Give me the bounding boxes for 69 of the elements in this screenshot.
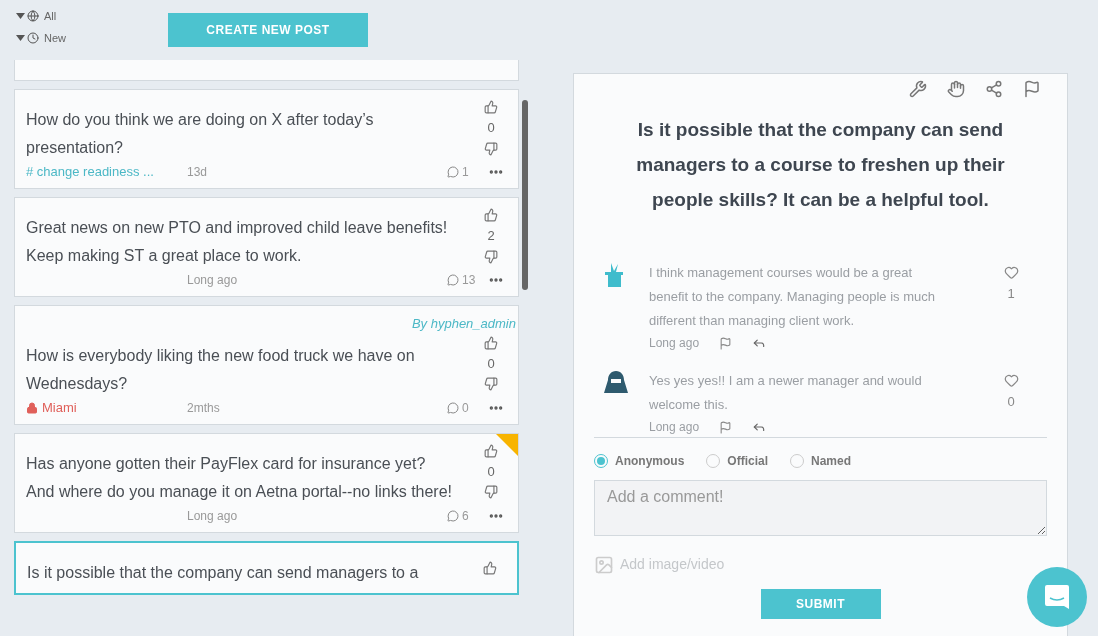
thumbs-up-icon[interactable] — [483, 560, 497, 575]
scrollbar[interactable] — [522, 100, 528, 290]
filter-dropdown[interactable]: All — [16, 8, 168, 25]
post-title: Is it possible that the company can send managers to a course to freshen up their people skills? It can be a helpful tool. — [635, 118, 1006, 212]
thumbs-down-icon[interactable] — [484, 377, 498, 391]
thumbs-down-icon[interactable] — [484, 249, 498, 264]
clock-icon — [27, 31, 39, 44]
comment-icon — [447, 401, 459, 414]
flag-icon[interactable] — [719, 420, 733, 434]
like-count: 1 — [1007, 285, 1015, 303]
flag-icon[interactable] — [1023, 80, 1041, 98]
hand-icon[interactable] — [947, 80, 965, 98]
comment-text: Yes yes yes!! I am a newer manager and would welcome this. — [649, 372, 923, 414]
comment-count: 13 — [462, 272, 477, 289]
location-tag: Miami — [42, 397, 77, 418]
caret-icon — [16, 13, 25, 20]
identity-radio[interactable]: Anonymous — [594, 452, 685, 470]
identity-radio[interactable]: Official — [706, 452, 769, 470]
vote-count: 2 — [487, 227, 495, 245]
post-text[interactable]: Has anyone gotten their PayFlex card for insurance yet? And where do you manage it on Aetna portal--no links there! — [26, 441, 484, 506]
post-time: 2mths — [187, 399, 221, 417]
heart-icon[interactable] — [1003, 265, 1019, 280]
vote-count: 0 — [487, 462, 495, 481]
comment-text: I think management courses would be a great benefit to the company. Managing people is much different than managing client work. — [649, 264, 936, 330]
heart-icon[interactable] — [1003, 373, 1019, 388]
comment-count: 1 — [462, 164, 470, 181]
comment-input-field[interactable]: Add a comment! — [594, 480, 1047, 536]
post-author: By hyphen_admin — [411, 315, 516, 333]
post-text[interactable]: Great news on new PTO and improved child leave benefits! Keep making ST a great place to work. — [26, 206, 484, 270]
post-text[interactable]: Is it possible that the company can send managers to a — [27, 550, 483, 587]
reply-icon[interactable] — [752, 420, 767, 434]
comment-icon — [447, 166, 459, 178]
vote-count: 0 — [487, 354, 495, 373]
post-card[interactable]: By hyphen_admin How is everybody liking the new food truck we have on Wednesdays? 0 Miami 2mths 0 — [14, 305, 519, 425]
thumbs-down-icon[interactable] — [484, 141, 498, 156]
flag-icon[interactable] — [719, 336, 733, 350]
share-icon[interactable] — [985, 80, 1003, 98]
identity-radio[interactable]: Named — [790, 452, 852, 470]
post-text[interactable]: How is everybody liking the new food truck we have on Wednesdays? — [26, 333, 484, 398]
post-time: 13d — [187, 164, 209, 181]
like-count: 0 — [1007, 393, 1015, 411]
thumbs-up-icon[interactable] — [484, 335, 498, 350]
comment-time: Long ago — [649, 419, 700, 436]
chat-icon — [1043, 583, 1071, 611]
comment-count: 6 — [462, 507, 470, 525]
comment-count: 0 — [462, 399, 470, 417]
thumbs-up-icon[interactable] — [484, 100, 498, 114]
post-time: Long ago — [187, 507, 239, 525]
wrench-icon[interactable] — [909, 80, 927, 98]
vote-count: 0 — [487, 119, 495, 137]
post-card[interactable]: Great news on new PTO and improved child leave benefits! Keep making ST a great place to work. 2 Long ago 13 — [14, 197, 519, 297]
caret-icon — [16, 34, 25, 41]
post-card[interactable]: Is it possible that the company can send managers to a — [14, 540, 519, 595]
corner-marker-icon — [496, 433, 518, 456]
thumbs-up-icon[interactable] — [484, 443, 498, 458]
comment-icon — [447, 509, 459, 522]
post-card[interactable]: How do you think we are doing on X after today’s presentation? 0 # change readiness ... 13d 1 — [14, 89, 519, 189]
lock-icon — [26, 401, 38, 414]
reply-icon[interactable] — [752, 336, 767, 350]
person-avatar-icon — [604, 371, 628, 393]
post-time: Long ago — [187, 272, 239, 289]
post-card[interactable]: Has anyone gotten their PayFlex card for insurance yet? And where do you manage it on Aetna portal--no links there! 0 Long ago 6 — [14, 432, 519, 533]
filter-dropdown[interactable]: New — [16, 29, 168, 46]
post-text[interactable]: How do you think we are doing on X after today’s presentation? — [26, 98, 484, 162]
thumbs-down-icon[interactable] — [484, 485, 498, 499]
comment-time: Long ago — [649, 335, 700, 352]
thumbs-up-icon[interactable] — [484, 208, 498, 222]
globe-icon — [27, 10, 39, 23]
comment-icon — [447, 274, 459, 286]
